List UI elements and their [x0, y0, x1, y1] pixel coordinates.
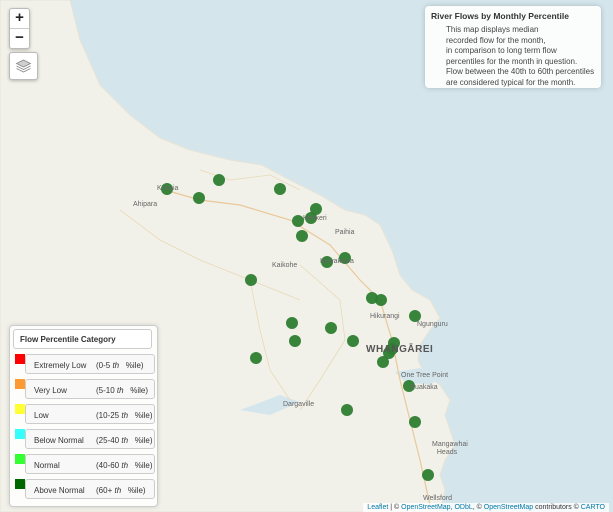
site-marker[interactable] — [347, 335, 359, 347]
place-label: Dargaville — [283, 401, 315, 408]
site-marker[interactable] — [341, 404, 353, 416]
place-label: Kaikohe — [272, 262, 298, 269]
legend-range: (40-60 th %ile) — [96, 461, 153, 470]
site-marker[interactable] — [409, 416, 421, 428]
osm-contributors-link[interactable]: OpenStreetMap — [484, 504, 533, 511]
place-label: Ahipara — [133, 201, 158, 208]
layers-icon — [15, 59, 32, 73]
place-label: Hikurangi — [370, 313, 400, 320]
legend-label: Below Normal — [34, 436, 84, 445]
site-marker[interactable] — [296, 230, 308, 242]
place-label: Paihia — [335, 229, 355, 236]
site-marker[interactable] — [245, 274, 257, 286]
carto-link[interactable]: CARTO — [581, 504, 605, 511]
map-attribution: Leaflet | © OpenStreetMap, ODbL, © OpenS… — [363, 503, 609, 512]
info-line: This map displays median — [446, 25, 539, 34]
legend-swatch — [15, 454, 25, 464]
legend-row-low: Low (10-25 th %ile) — [13, 404, 156, 424]
place-label: Ruakaka — [410, 384, 438, 391]
zoom-control: + − — [9, 8, 30, 49]
place-label: Kerikeri — [303, 215, 327, 222]
place-label: Kawakawa — [320, 258, 354, 265]
legend-button-extremely-low[interactable]: Extremely Low (0-5 th %ile) — [25, 354, 155, 374]
legend-panel: Flow Percentile Category Extremely Low (… — [9, 325, 158, 507]
legend-range: (60+ th %ile) — [96, 486, 146, 495]
legend-label: Above Normal — [34, 486, 85, 495]
odbl-link[interactable]: ODbL — [454, 504, 472, 511]
info-line: in comparison to long term flow — [446, 46, 557, 55]
legend-button-very-low[interactable]: Very Low (5-10 th %ile) — [25, 379, 155, 399]
site-marker[interactable] — [377, 356, 389, 368]
legend-row-very-low: Very Low (5-10 th %ile) — [13, 379, 156, 399]
site-marker[interactable] — [250, 352, 262, 364]
legend-label: Extremely Low — [34, 361, 87, 370]
info-line: Flow between the 40th to 60th percentile… — [446, 67, 595, 76]
layers-button[interactable] — [9, 52, 38, 80]
map-canvas[interactable]: Kaitaia Ahipara Kerikeri Paihia Kawakawa… — [0, 0, 613, 512]
legend-row-extremely-low: Extremely Low (0-5 th %ile) — [13, 354, 156, 374]
place-label: Mangawhai Heads — [432, 441, 468, 456]
zoom-out-button[interactable]: − — [10, 29, 29, 48]
legend-range: (0-5 th %ile) — [96, 361, 144, 370]
info-line: percentiles for the month in question. — [446, 56, 578, 66]
city-label: WHANGĀREI — [366, 344, 434, 355]
site-marker[interactable] — [286, 317, 298, 329]
legend-range: (25-40 th %ile) — [96, 436, 153, 445]
legend-range: (5-10 th %ile) — [96, 386, 149, 395]
legend-label: Very Low — [34, 386, 67, 395]
site-marker[interactable] — [325, 322, 337, 334]
info-title: River Flows by Monthly Percentile — [431, 11, 569, 21]
legend-button-above-normal[interactable]: Above Normal (60+ th %ile) — [25, 479, 155, 499]
legend-swatch — [15, 379, 25, 389]
info-line: are considered typical for the month. — [446, 77, 576, 87]
place-label: One Tree Point — [401, 372, 449, 379]
legend-row-below-normal: Below Normal (25-40 th %ile) — [13, 429, 156, 449]
legend-label: Low — [34, 411, 49, 420]
leaflet-link[interactable]: Leaflet — [367, 504, 388, 511]
legend-row-above-normal: Above Normal (60+ th %ile) — [13, 479, 156, 499]
info-description: This map displays median recorded flow f… — [446, 25, 594, 88]
legend-button-normal[interactable]: Normal (40-60 th %ile) — [25, 454, 155, 474]
legend-swatch — [15, 479, 25, 489]
legend-label: Normal — [34, 461, 60, 470]
site-marker[interactable] — [274, 183, 286, 195]
site-marker[interactable] — [289, 335, 301, 347]
legend-title: Flow Percentile Category — [13, 329, 152, 349]
site-marker[interactable] — [375, 294, 387, 306]
place-label: Wellsford — [423, 495, 453, 502]
site-marker[interactable] — [193, 192, 205, 204]
legend-swatch — [15, 404, 25, 414]
legend-row-normal: Normal (40-60 th %ile) — [13, 454, 156, 474]
legend-swatch — [15, 429, 25, 439]
site-marker[interactable] — [213, 174, 225, 186]
info-line: recorded flow for the month, — [446, 35, 546, 45]
legend-swatch — [15, 354, 25, 364]
place-label: Ngunguru — [417, 321, 448, 328]
legend-button-low[interactable]: Low (10-25 th %ile) — [25, 404, 155, 424]
legend-range: (10-25 th %ile) — [96, 411, 153, 420]
zoom-in-button[interactable]: + — [10, 9, 29, 29]
site-marker[interactable] — [422, 469, 434, 481]
place-label: Kaitaia — [157, 185, 179, 192]
legend-button-below-normal[interactable]: Below Normal (25-40 th %ile) — [25, 429, 155, 449]
osm-link[interactable]: OpenStreetMap — [401, 504, 450, 511]
info-panel: River Flows by Monthly Percentile This m… — [425, 6, 601, 88]
